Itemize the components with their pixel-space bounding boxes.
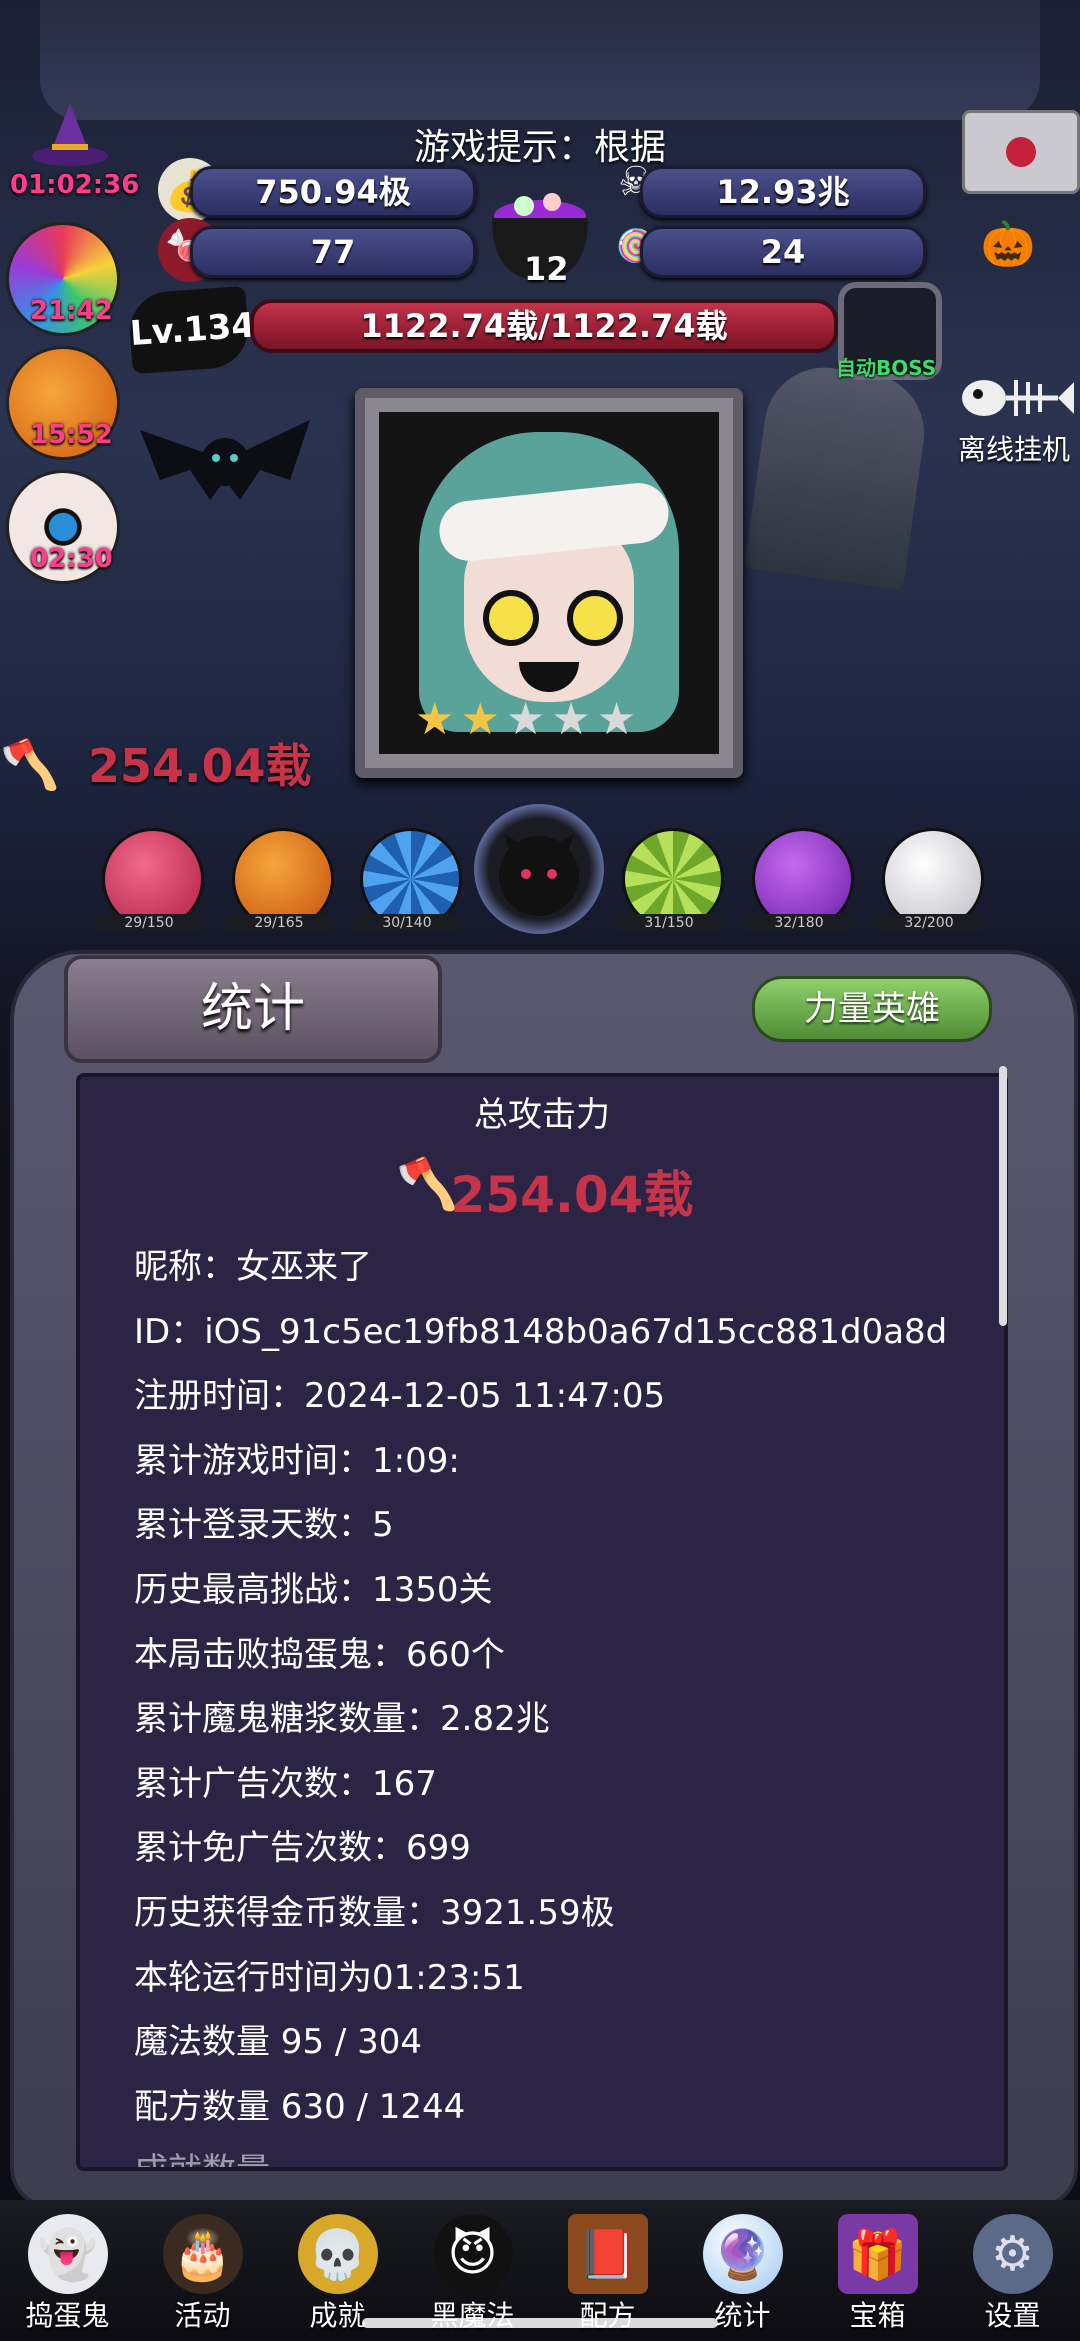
stat-achievement-count: 成就数量 xyxy=(134,2139,947,2167)
total-attack-value: 254.04载 xyxy=(450,1166,694,1224)
boss-hp-bar: 1122.74载/1122.74载 xyxy=(250,299,838,353)
stat-run-time: 本轮运行时间为01:23:51 xyxy=(134,1957,525,1998)
nav-label: 成就 xyxy=(309,2299,366,2332)
hero-ball-selected[interactable] xyxy=(474,804,604,934)
nav-item-activity[interactable]: 🎂 活动 xyxy=(135,2200,270,2334)
game-hint: 游戏提示：根据 xyxy=(413,127,666,168)
hero-eye-left xyxy=(483,590,539,646)
power-hero-button[interactable]: 力量英雄 xyxy=(752,976,992,1042)
mail-envelope-icon[interactable] xyxy=(962,110,1080,194)
gift-box-icon: 🎁 xyxy=(837,2214,918,2294)
hero-ball-progress: 32/180 xyxy=(744,914,854,932)
hero-ball-progress: 32/200 xyxy=(874,914,984,932)
hero-ball-progress: 29/150 xyxy=(94,914,204,932)
stat-nickname: 昵称：女巫来了 xyxy=(134,1247,372,1287)
hero-portrait-frame[interactable]: ★ ★ ★ ★ ★ xyxy=(355,388,743,778)
nav-label: 活动 xyxy=(174,2299,231,2332)
gear-icon: ⚙ xyxy=(972,2214,1053,2294)
star-filled-icon: ★ xyxy=(415,694,455,745)
stat-syrup: 累计魔鬼糖浆数量：2.82兆 xyxy=(134,1699,550,1740)
nav-item-recipes[interactable]: 📕 配方 xyxy=(540,2200,675,2334)
stat-ad-free: 累计免广告次数：699 xyxy=(134,1828,471,1869)
eyeball-cake-icon: 🎂 xyxy=(162,2214,243,2294)
star-filled-icon: ★ xyxy=(460,694,500,745)
star-empty-icon: ★ xyxy=(505,694,546,745)
stats-panel[interactable]: 总攻击力 🪓 254.04载 昵称：女巫来了 ID：iOS_91c5ec19fb… xyxy=(76,1073,1008,2171)
gravestone-decoration xyxy=(744,359,932,591)
ghost-icon: 👻 xyxy=(27,2214,108,2294)
hero-selector-row: 29/150 29/165 30/140 31/150 32/180 32/20… xyxy=(94,804,1014,936)
nav-item-stats[interactable]: 🔮 统计 xyxy=(675,2200,810,2334)
nav-label: 黑魔法 xyxy=(430,2299,515,2332)
pumpkin-potion-icon[interactable]: 🎃 xyxy=(972,218,1044,328)
crystal-ball-icon: 🔮 xyxy=(702,2214,783,2294)
total-attack-title: 总攻击力 xyxy=(474,1095,610,1135)
nav-label: 宝箱 xyxy=(849,2299,906,2332)
nav-label: 设置 xyxy=(984,2299,1041,2332)
hero-stars: ★ ★ ★ ★ ★ xyxy=(415,694,695,745)
cauldron-count: 12 xyxy=(524,250,569,288)
spellbook-icon: 📕 xyxy=(567,2214,648,2294)
stat-play-time: 累计游戏时间：1:09: xyxy=(134,1440,460,1481)
star-empty-icon: ★ xyxy=(551,694,591,745)
stats-scrollbar[interactable] xyxy=(999,1066,1007,1326)
fish-skeleton-icon[interactable] xyxy=(958,368,1074,428)
star-empty-icon: ★ xyxy=(596,694,637,745)
hero-portrait: ★ ★ ★ ★ ★ xyxy=(379,412,719,754)
stat-id: ID：iOS_91c5ec19fb8148b0a67d15cc881d0a8d xyxy=(134,1311,948,1352)
hero-ball-progress: 29/165 xyxy=(224,914,334,932)
stat-highest-stage: 历史最高挑战：1350关 xyxy=(134,1569,493,1610)
candycorn-counter[interactable]: 24 xyxy=(640,226,926,278)
nav-item-chest[interactable]: 🎁 宝箱 xyxy=(810,2200,945,2334)
tab-stats[interactable]: 统计 xyxy=(64,955,442,1063)
nav-item-black-magic[interactable]: 😈 黑魔法 xyxy=(405,2200,540,2334)
top-curtain-decoration xyxy=(40,0,1040,120)
stat-recipe-count: 配方数量 630 / 1244 xyxy=(134,2086,466,2127)
side-timer: 15:52 xyxy=(30,420,113,450)
level-badge: Lv.1349 xyxy=(127,285,280,375)
attack-power-small: 254.04载 xyxy=(88,739,312,793)
axe-icon: 🪓 xyxy=(0,737,60,793)
side-timer: 21:42 xyxy=(30,296,113,326)
bat-icon xyxy=(120,400,330,530)
stat-login-days: 累计登录天数：5 xyxy=(134,1505,394,1546)
side-timer: 02:30 xyxy=(30,544,113,574)
stat-defeated: 本局击败捣蛋鬼：660个 xyxy=(134,1634,505,1675)
offline-idle-label[interactable]: 离线挂机 xyxy=(958,428,1070,468)
gem-counter[interactable]: 12.93兆 xyxy=(640,166,926,218)
nav-item-ghost[interactable]: 👻 捣蛋鬼 xyxy=(0,2200,135,2334)
witch-hat-icon[interactable] xyxy=(30,104,110,174)
stats-list: 昵称：女巫来了 ID：iOS_91c5ec19fb8148b0a67d15cc8… xyxy=(134,1235,948,2167)
stat-register-time: 注册时间：2024-12-05 11:47:05 xyxy=(134,1376,666,1417)
gold-counter[interactable]: 750.94极 xyxy=(190,166,476,218)
home-indicator[interactable] xyxy=(362,2318,718,2328)
stat-gold-total: 历史获得金币数量：3921.59极 xyxy=(134,1892,615,1933)
candy-counter[interactable]: 77 xyxy=(190,226,476,278)
nav-label: 统计 xyxy=(714,2299,771,2332)
stat-magic-count: 魔法数量 95 / 304 xyxy=(134,2022,423,2063)
devil-icon: 😈 xyxy=(432,2214,513,2294)
skull-trophy-icon: 💀 xyxy=(297,2214,378,2294)
side-timer: 01:02:36 xyxy=(10,170,140,200)
auto-boss-label: 自动BOSS xyxy=(836,356,937,380)
nav-label: 捣蛋鬼 xyxy=(25,2299,110,2332)
hero-ball-progress: 31/150 xyxy=(614,914,724,932)
hero-eye-right xyxy=(567,590,623,646)
hero-ball-progress: 30/140 xyxy=(352,914,462,932)
nav-item-achievements[interactable]: 💀 成就 xyxy=(270,2200,405,2334)
nav-item-settings[interactable]: ⚙ 设置 xyxy=(945,2200,1080,2334)
stat-ads: 累计广告次数：167 xyxy=(134,1763,437,1804)
black-devil-cat-icon xyxy=(499,834,579,916)
nav-label: 配方 xyxy=(579,2299,636,2332)
